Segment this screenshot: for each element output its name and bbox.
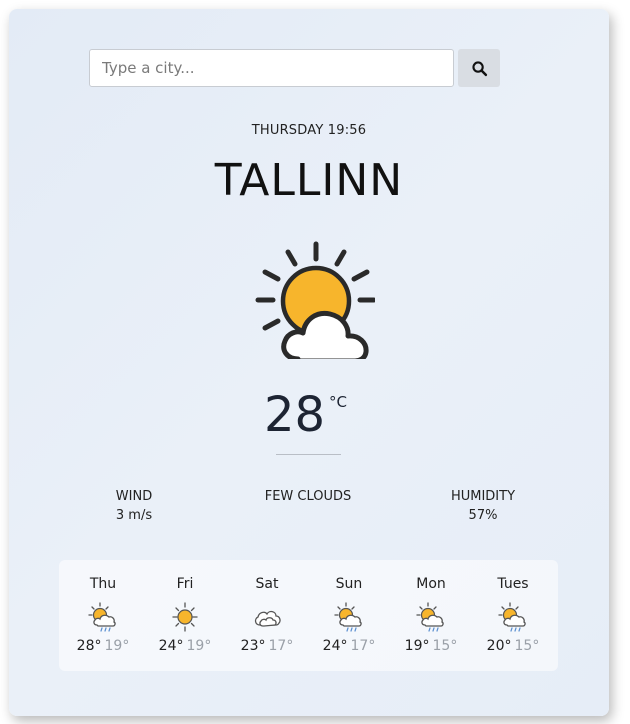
- forecast-day: Tues 20° 15°: [472, 576, 554, 654]
- partly-cloudy-icon: [255, 241, 375, 359]
- forecast-day: Mon 19° 15°: [390, 576, 472, 654]
- forecast-high: 19°: [404, 638, 430, 654]
- forecast-high: 28°: [76, 638, 102, 654]
- sun-cloud-rain-icon: [498, 602, 526, 632]
- forecast-high: 24°: [158, 638, 184, 654]
- forecast-day-name: Thu: [89, 576, 117, 592]
- city-search-input[interactable]: [89, 49, 454, 87]
- humidity-value: 57%: [468, 508, 498, 523]
- wind-stat: WIND 3 m/s: [64, 487, 204, 525]
- forecast-day: Fri 24° 19°: [144, 576, 226, 654]
- city-name: TALLINN: [214, 155, 404, 206]
- current-datetime: THURSDAY 19:56: [251, 123, 367, 138]
- description-text: FEW CLOUDS: [264, 489, 352, 504]
- forecast-day-name: Tues: [497, 576, 529, 592]
- sun-cloud-rain-icon: [416, 602, 444, 632]
- search-button[interactable]: [458, 49, 500, 87]
- wind-value: 3 m/s: [115, 508, 153, 523]
- forecast-day: Sat 23° 17°: [226, 576, 308, 654]
- temperature-unit: °C: [329, 393, 347, 411]
- forecast-low: 15°: [514, 638, 540, 654]
- weather-card: THURSDAY 19:56 TALLINN 28 °C WIND 3 m/s …: [9, 9, 609, 716]
- sun-icon: [172, 602, 198, 632]
- forecast-day-name: Mon: [416, 576, 446, 592]
- search-icon: [471, 60, 487, 76]
- humidity-stat: HUMIDITY 57%: [413, 487, 553, 525]
- sun-cloud-rain-icon: [334, 602, 362, 632]
- forecast-low: 15°: [432, 638, 458, 654]
- sun-cloud-rain-icon: [88, 602, 116, 632]
- forecast-low: 19°: [186, 638, 212, 654]
- cloud-icon: [254, 610, 281, 627]
- forecast-low: 17°: [268, 638, 294, 654]
- forecast-panel: Thu 28° 19° Fri 24° 19° Sat 23° 17° Sun …: [59, 560, 558, 671]
- forecast-day: Sun 24° 17°: [308, 576, 390, 654]
- wind-label: WIND: [115, 489, 153, 504]
- forecast-high: 20°: [486, 638, 512, 654]
- forecast-day-name: Sat: [255, 576, 279, 592]
- forecast-day-name: Sun: [335, 576, 363, 592]
- forecast-low: 17°: [350, 638, 376, 654]
- divider: [276, 454, 341, 455]
- forecast-low: 19°: [104, 638, 130, 654]
- weather-description: FEW CLOUDS: [238, 487, 378, 506]
- current-temperature: 28: [264, 387, 326, 443]
- forecast-high: 23°: [240, 638, 266, 654]
- forecast-day-name: Fri: [176, 576, 194, 592]
- forecast-day: Thu 28° 19°: [62, 576, 144, 654]
- humidity-label: HUMIDITY: [450, 489, 516, 504]
- forecast-high: 24°: [322, 638, 348, 654]
